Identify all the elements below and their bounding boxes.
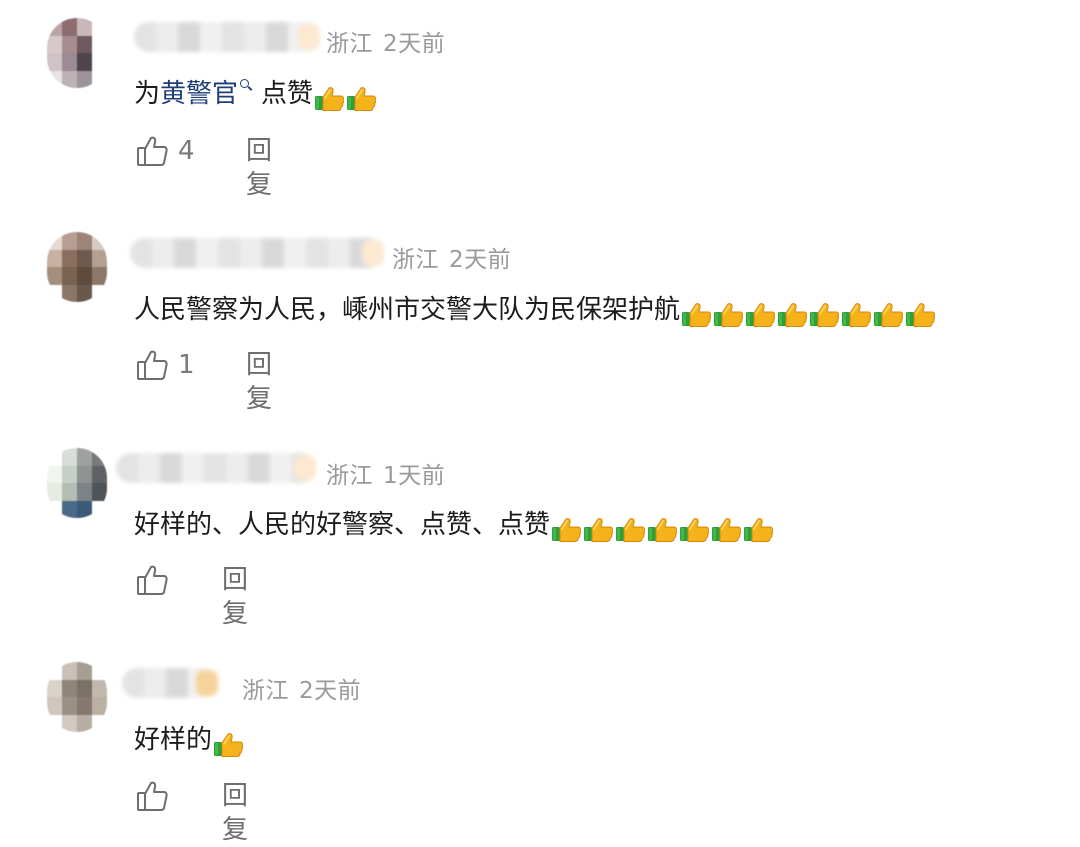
location: 浙江 xyxy=(242,678,289,704)
comment-meta: 浙江 2天前 xyxy=(392,240,511,274)
thumbs-up-emoji xyxy=(345,86,377,112)
thumbs-up-emoji xyxy=(742,517,774,543)
like-count: 4 xyxy=(178,136,195,166)
thumbs-up-emoji xyxy=(808,302,840,328)
emoji-row xyxy=(680,297,936,331)
comment-text: 为黄警官 点赞 xyxy=(134,77,377,115)
emoji-row xyxy=(313,81,377,115)
comment-meta: 浙江 2天前 xyxy=(326,24,445,58)
thumbs-up-emoji xyxy=(776,302,808,328)
thumbs-up-outline-icon xyxy=(134,563,170,597)
thumbs-up-emoji xyxy=(710,517,742,543)
avatar[interactable] xyxy=(47,662,107,732)
like-count: 1 xyxy=(178,350,195,380)
reply-button[interactable]: 回复 xyxy=(246,134,272,202)
thumbs-up-emoji xyxy=(678,517,710,543)
location: 浙江 xyxy=(326,463,373,489)
thumbs-up-emoji xyxy=(313,86,345,112)
comment-meta: 浙江 1天前 xyxy=(326,456,445,490)
thumbs-up-emoji xyxy=(712,302,744,328)
comment-text: 好样的、人民的好警察、点赞、点赞 xyxy=(134,508,774,546)
like-button[interactable] xyxy=(134,779,178,813)
avatar[interactable] xyxy=(47,232,107,302)
username-blurred[interactable] xyxy=(116,453,316,483)
timestamp: 2天前 xyxy=(449,247,512,273)
timestamp: 1天前 xyxy=(383,463,446,489)
thumbs-up-emoji xyxy=(646,517,678,543)
mention-link[interactable]: 黄警官 xyxy=(160,79,238,109)
timestamp: 2天前 xyxy=(383,31,446,57)
timestamp: 2天前 xyxy=(299,678,362,704)
thumbs-up-emoji xyxy=(744,302,776,328)
thumbs-up-emoji xyxy=(614,517,646,543)
avatar[interactable] xyxy=(47,448,107,518)
avatar[interactable] xyxy=(47,18,107,88)
thumbs-up-emoji xyxy=(550,517,582,543)
thumbs-up-outline-icon xyxy=(134,134,170,168)
thumbs-up-emoji xyxy=(212,732,244,758)
emoji-row xyxy=(212,727,244,761)
comment-text: 人民警察为人民，嵊州市交警大队为民保架护航 xyxy=(134,293,936,331)
username-blurred[interactable] xyxy=(134,22,320,52)
emoji-row xyxy=(550,512,774,546)
search-icon[interactable] xyxy=(240,79,250,88)
comment-text: 好样的 xyxy=(134,723,244,761)
thumbs-up-emoji xyxy=(872,302,904,328)
thumbs-up-outline-icon xyxy=(134,779,170,813)
thumbs-up-emoji xyxy=(680,302,712,328)
reply-button[interactable]: 回复 xyxy=(246,348,272,416)
thumbs-up-outline-icon xyxy=(134,348,170,382)
location: 浙江 xyxy=(326,31,373,57)
username-blurred[interactable] xyxy=(122,668,218,698)
reply-button[interactable]: 回复 xyxy=(222,779,248,847)
location: 浙江 xyxy=(392,247,439,273)
like-button[interactable]: 1 xyxy=(134,348,195,382)
like-button[interactable] xyxy=(134,563,178,597)
thumbs-up-emoji xyxy=(582,517,614,543)
username-blurred[interactable] xyxy=(130,238,384,268)
reply-button[interactable]: 回复 xyxy=(222,563,248,631)
comment-meta: 浙江 2天前 xyxy=(242,671,361,705)
like-button[interactable]: 4 xyxy=(134,134,195,168)
thumbs-up-emoji xyxy=(904,302,936,328)
thumbs-up-emoji xyxy=(840,302,872,328)
